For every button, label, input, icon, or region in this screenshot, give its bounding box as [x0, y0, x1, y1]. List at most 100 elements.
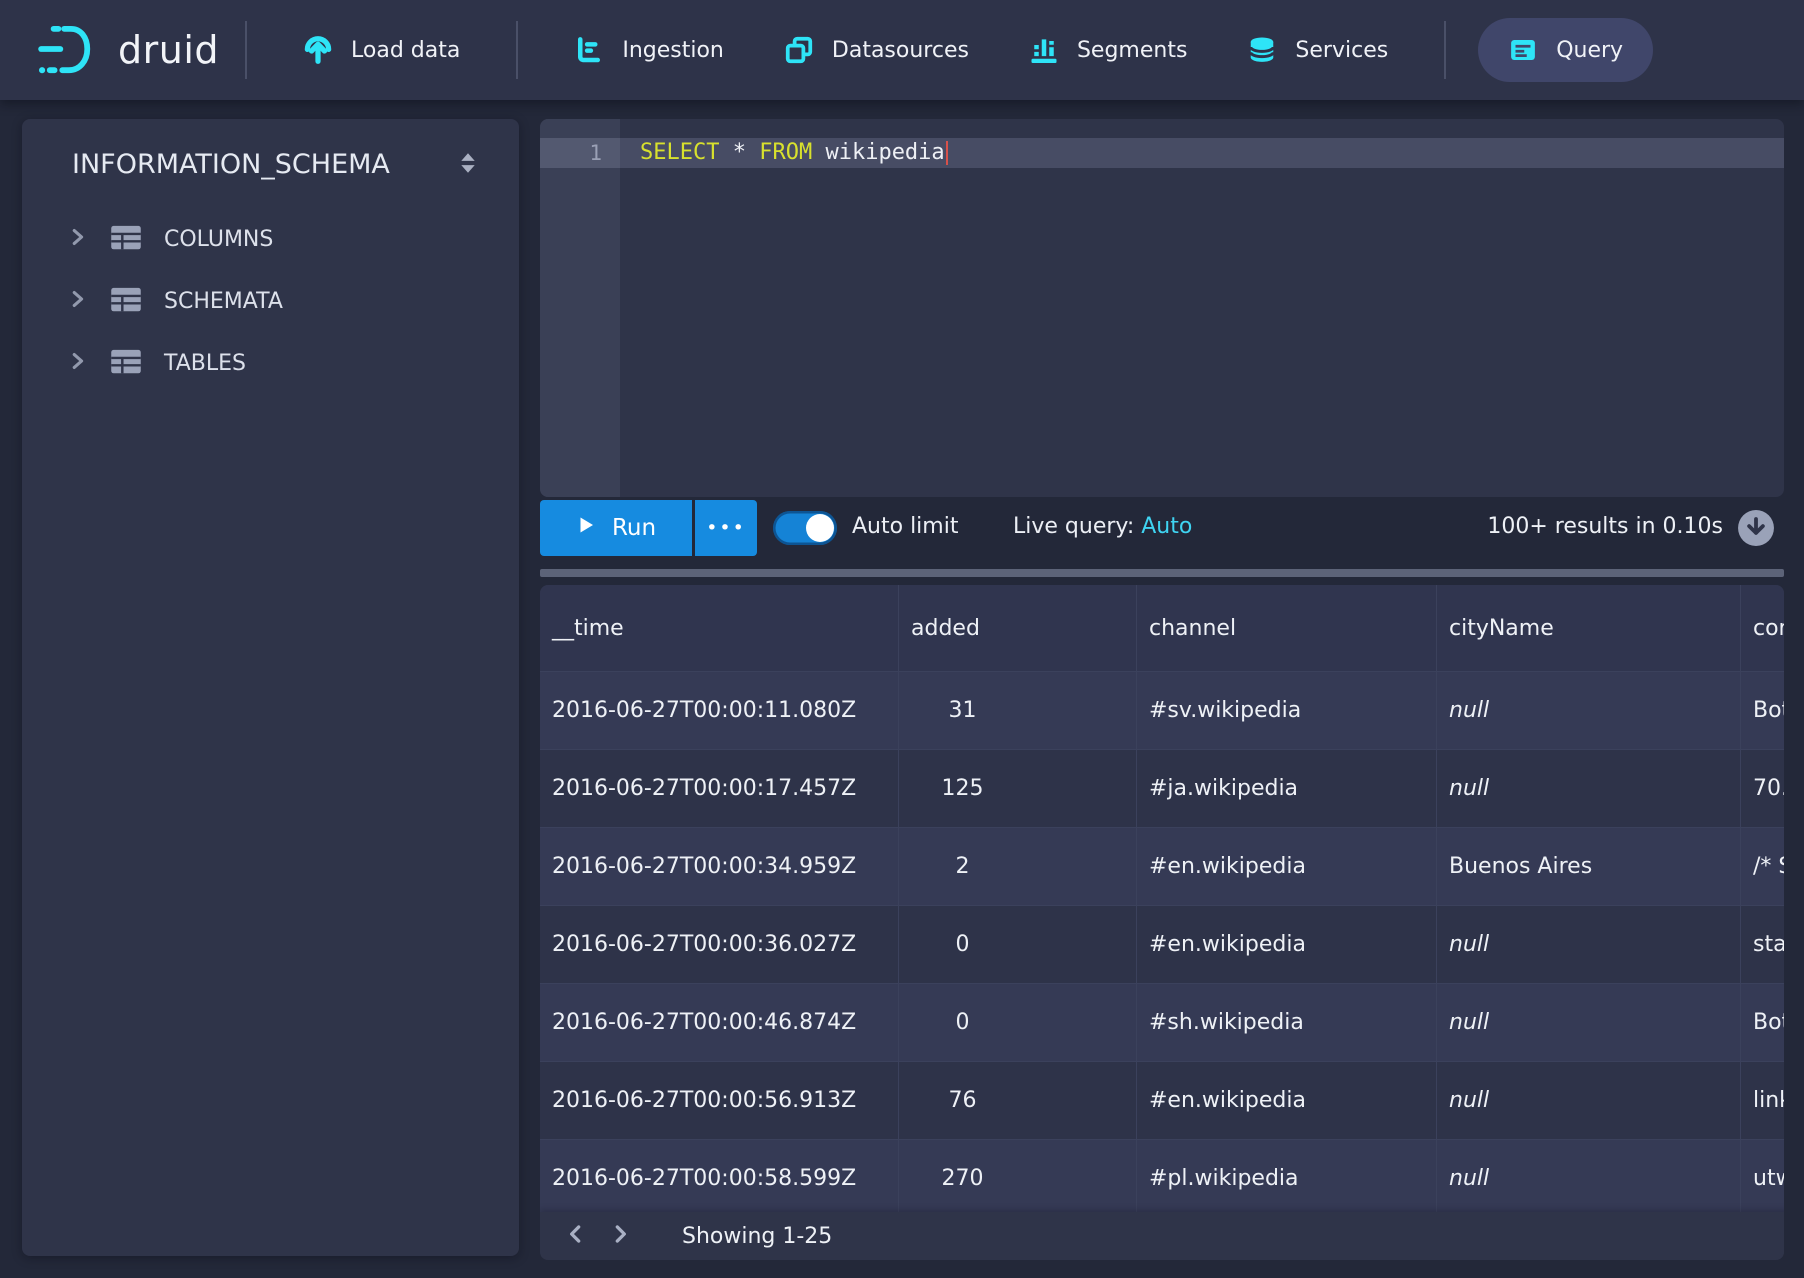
more-icon: ••• — [706, 517, 746, 539]
table-icon — [110, 222, 142, 256]
cell-added: 125 — [899, 750, 1137, 828]
nav-item-services[interactable]: Services — [1217, 18, 1418, 82]
top-navbar: druid Load data Ingestion — [0, 0, 1804, 100]
datasources-icon — [784, 35, 814, 65]
live-query-label: Live query: — [1013, 514, 1141, 539]
column-header-added[interactable]: added — [899, 585, 1137, 672]
segments-icon — [1029, 35, 1059, 65]
cell-comment: link — [1741, 1062, 1784, 1140]
nav-item-segments[interactable]: Segments — [999, 18, 1217, 82]
sidebar-item-label: SCHEMATA — [164, 289, 283, 314]
cell-added: 270 — [899, 1140, 1137, 1218]
nav-item-query[interactable]: Query — [1478, 18, 1653, 82]
chevron-right-icon — [66, 226, 88, 252]
table-icon — [110, 346, 142, 380]
editor-gutter — [540, 119, 620, 497]
toggle-knob — [806, 514, 834, 542]
results-summary: 100+ results in 0.10s — [1280, 514, 1723, 539]
query-icon — [1508, 35, 1538, 65]
table-row: 2016-06-27T00:00:58.599Z 270 #pl.wikiped… — [540, 1140, 1784, 1218]
column-header-cityName[interactable]: cityName — [1437, 585, 1741, 672]
nav-divider — [245, 21, 247, 79]
nav-item-label: Ingestion — [622, 38, 724, 63]
nav-item-label: Load data — [351, 38, 460, 63]
nav-divider — [516, 21, 518, 79]
cell-channel: #en.wikipedia — [1137, 828, 1437, 906]
live-query: Live query: Auto — [1013, 514, 1192, 539]
download-icon[interactable] — [1737, 509, 1775, 551]
cell-comment: 70. — [1741, 750, 1784, 828]
table-row: 2016-06-27T00:00:56.913Z 76 #en.wikipedi… — [540, 1062, 1784, 1140]
double-caret-vertical-icon[interactable] — [455, 150, 481, 180]
cell-cityName: null — [1437, 1062, 1741, 1140]
table-row: 2016-06-27T00:00:34.959Z 2 #en.wikipedia… — [540, 828, 1784, 906]
cell-time: 2016-06-27T00:00:11.080Z — [540, 672, 899, 750]
ingestion-icon — [574, 35, 604, 65]
cell-cityName: null — [1437, 984, 1741, 1062]
cell-channel: #sv.wikipedia — [1137, 672, 1437, 750]
cell-time: 2016-06-27T00:00:36.027Z — [540, 906, 899, 984]
chevron-left-icon — [563, 1221, 589, 1251]
text-cursor — [946, 141, 948, 165]
nav-item-label: Services — [1295, 38, 1388, 63]
services-icon — [1247, 35, 1277, 65]
next-page-button[interactable] — [598, 1216, 642, 1256]
cell-cityName: null — [1437, 672, 1741, 750]
cell-comment: sta — [1741, 906, 1784, 984]
cell-time: 2016-06-27T00:00:34.959Z — [540, 828, 899, 906]
previous-page-button[interactable] — [554, 1216, 598, 1256]
nav-item-label: Segments — [1077, 38, 1187, 63]
upload-icon — [303, 35, 333, 65]
cell-time: 2016-06-27T00:00:58.599Z — [540, 1140, 899, 1218]
live-query-value[interactable]: Auto — [1141, 514, 1192, 539]
sidebar-item-columns[interactable]: COLUMNS — [22, 208, 519, 270]
druid-logo[interactable]: druid — [38, 25, 219, 75]
panel-resize-handle[interactable] — [540, 569, 1784, 577]
nav-item-ingestion[interactable]: Ingestion — [544, 18, 754, 82]
sidebar-item-tables[interactable]: TABLES — [22, 332, 519, 394]
auto-limit-label: Auto limit — [852, 514, 958, 539]
sidebar-item-schemata[interactable]: SCHEMATA — [22, 270, 519, 332]
cell-channel: #en.wikipedia — [1137, 1062, 1437, 1140]
auto-limit-toggle[interactable] — [773, 511, 837, 545]
cell-time: 2016-06-27T00:00:56.913Z — [540, 1062, 899, 1140]
cell-comment: Bot — [1741, 984, 1784, 1062]
druid-logo-icon — [38, 25, 100, 75]
nav-item-load-data[interactable]: Load data — [273, 18, 490, 82]
chevron-right-icon — [66, 350, 88, 376]
cell-channel: #en.wikipedia — [1137, 906, 1437, 984]
nav-divider — [1444, 21, 1446, 79]
cell-added: 0 — [899, 906, 1137, 984]
column-header-channel[interactable]: channel — [1137, 585, 1437, 672]
schema-selector[interactable]: INFORMATION_SCHEMA — [22, 119, 519, 208]
nav-item-datasources[interactable]: Datasources — [754, 18, 999, 82]
play-icon — [576, 515, 596, 541]
cell-cityName: null — [1437, 750, 1741, 828]
cell-channel: #pl.wikipedia — [1137, 1140, 1437, 1218]
cell-comment: Bot — [1741, 672, 1784, 750]
cell-added: 0 — [899, 984, 1137, 1062]
column-header-time[interactable]: __time — [540, 585, 899, 672]
cell-comment: utw — [1741, 1140, 1784, 1218]
cell-comment: /* S — [1741, 828, 1784, 906]
run-button[interactable]: Run — [540, 500, 692, 556]
cell-cityName: null — [1437, 1140, 1741, 1218]
cell-added: 76 — [899, 1062, 1137, 1140]
column-header-comment[interactable]: comment — [1741, 585, 1784, 672]
cell-added: 31 — [899, 672, 1137, 750]
table-row: 2016-06-27T00:00:46.874Z 0 #sh.wikipedia… — [540, 984, 1784, 1062]
results-panel: __time added channel cityName comment 20… — [540, 585, 1784, 1260]
table-icon — [110, 284, 142, 318]
cell-channel: #ja.wikipedia — [1137, 750, 1437, 828]
cell-cityName: null — [1437, 906, 1741, 984]
nav-item-label: Datasources — [832, 38, 969, 63]
sql-editor[interactable]: 1 SELECT * FROM wikipedia — [540, 119, 1784, 497]
cell-time: 2016-06-27T00:00:17.457Z — [540, 750, 899, 828]
sidebar-item-label: COLUMNS — [164, 227, 273, 252]
run-more-button[interactable]: ••• — [695, 500, 757, 556]
chevron-right-icon — [607, 1221, 633, 1251]
sql-query-text: SELECT * FROM wikipedia — [640, 138, 948, 168]
line-number: 1 — [540, 138, 602, 168]
nav-item-label: Query — [1556, 38, 1623, 63]
table-row: 2016-06-27T00:00:11.080Z 31 #sv.wikipedi… — [540, 672, 1784, 750]
